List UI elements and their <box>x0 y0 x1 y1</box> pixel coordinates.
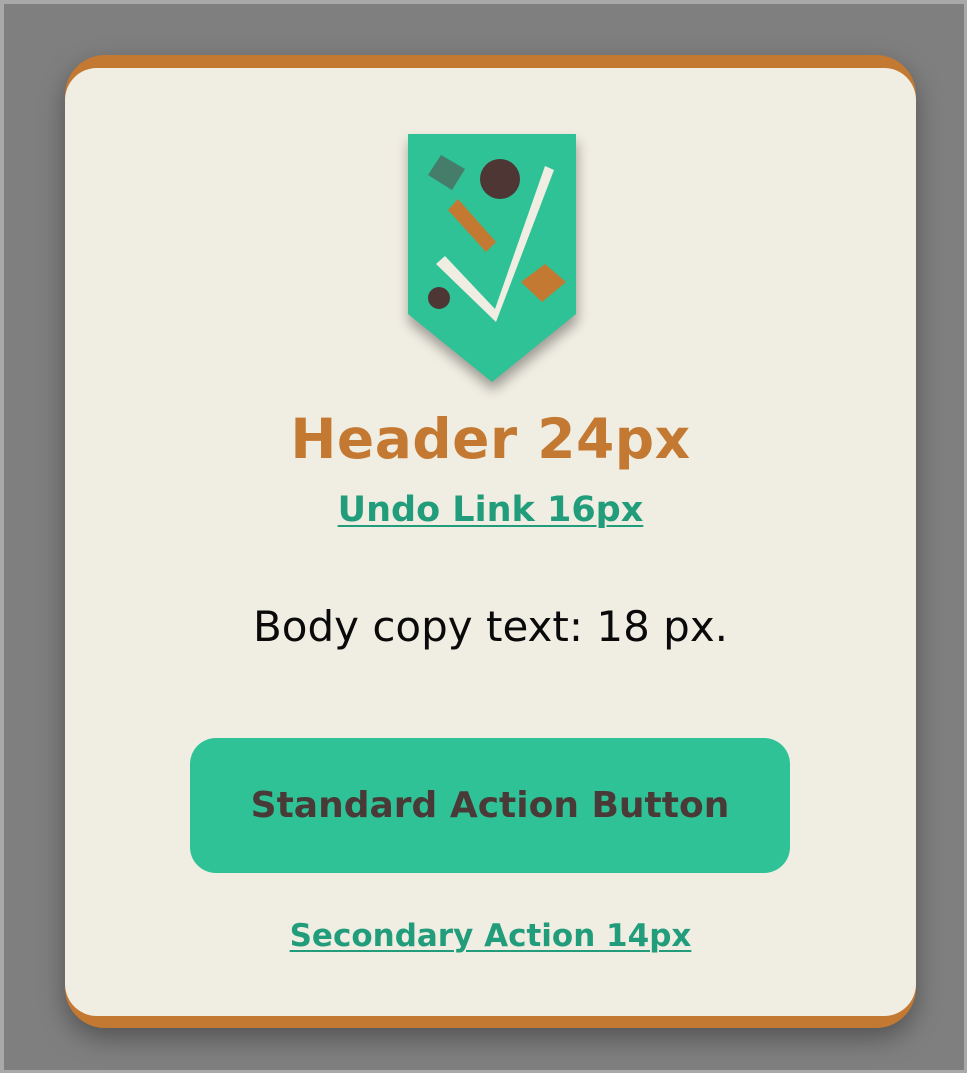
standard-action-button[interactable]: Standard Action Button <box>190 738 790 873</box>
undo-link-label[interactable]: Undo Link 16px <box>338 490 644 530</box>
secondary-action-link[interactable]: Secondary Action 14px <box>65 915 916 957</box>
badge-dark-dot <box>428 287 450 309</box>
standard-action-button-label: Standard Action Button <box>250 785 730 826</box>
dialog-header: Header 24px <box>290 407 691 471</box>
body-copy: Body copy text: 18 px. <box>252 602 729 651</box>
secondary-action-label[interactable]: Secondary Action 14px <box>290 918 692 954</box>
checkmark-badge-icon <box>408 134 576 382</box>
badge-dark-circle <box>480 159 520 199</box>
dialog-card: Header 24px Undo Link 16px Body copy tex… <box>65 55 916 1028</box>
undo-link[interactable]: Undo Link 16px <box>65 486 916 534</box>
